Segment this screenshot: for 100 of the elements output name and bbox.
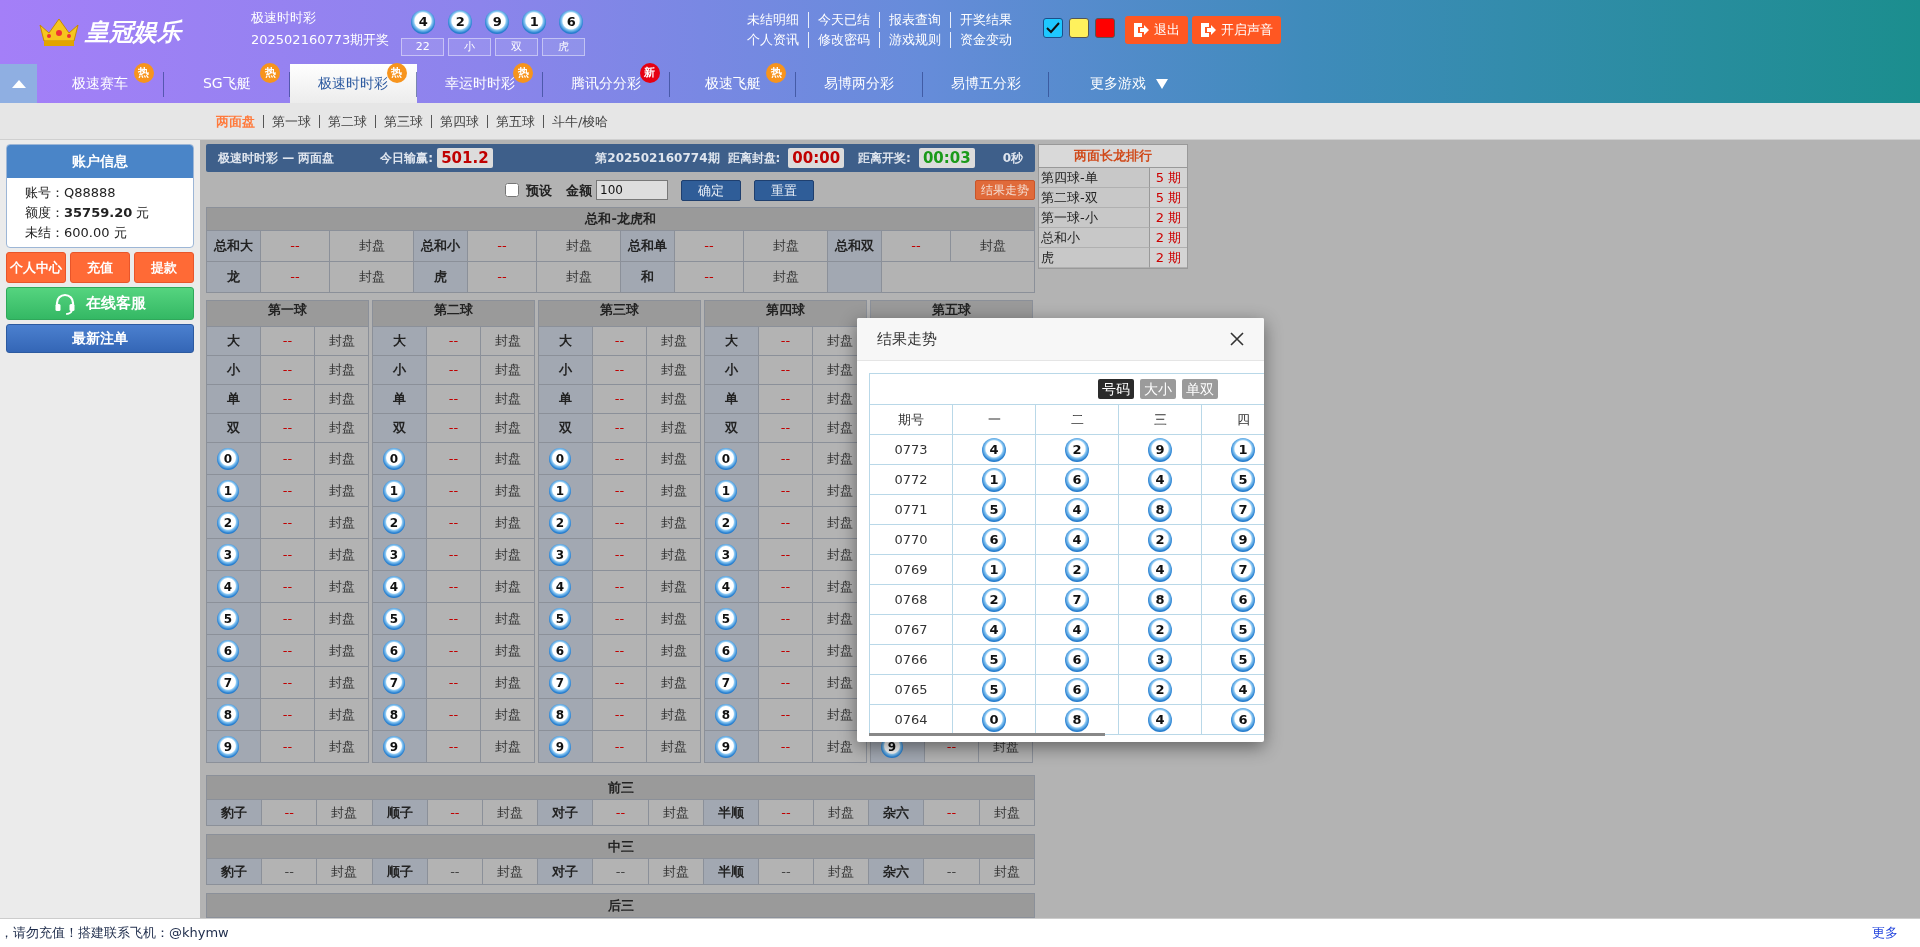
number-ball: 2 bbox=[217, 511, 239, 534]
table-cell: 0771 bbox=[869, 494, 953, 525]
table-cell: -- bbox=[260, 666, 315, 699]
badge: 热 bbox=[766, 63, 786, 83]
table-cell: -- bbox=[592, 570, 647, 603]
number-ball: 6 bbox=[1231, 587, 1255, 612]
table-cell: -- bbox=[592, 698, 647, 731]
table-cell: 0767 bbox=[869, 614, 953, 645]
table-cell: -- bbox=[260, 355, 315, 385]
game-tab[interactable]: 极速时时彩 热 bbox=[290, 64, 417, 103]
table-cell: 0765 bbox=[869, 674, 953, 705]
header-link[interactable]: 资金变动 bbox=[950, 32, 1021, 48]
number-ball: 8 bbox=[217, 703, 239, 726]
number-ball: 4 bbox=[982, 437, 1006, 462]
header-link[interactable]: 个人资讯 bbox=[747, 32, 808, 48]
action-button[interactable]: 重置 bbox=[754, 179, 814, 201]
number-ball: 2 bbox=[1148, 527, 1172, 552]
table-cell: 豹子 bbox=[206, 858, 262, 885]
game-tab[interactable]: 极速飞艇 热 bbox=[669, 64, 796, 103]
service-button[interactable]: 在线客服 bbox=[6, 287, 194, 320]
table-cell: -- bbox=[758, 730, 813, 763]
header-link[interactable]: 未结明细 bbox=[747, 12, 808, 28]
table-cell: 封盘 bbox=[646, 570, 701, 603]
header-link[interactable]: 游戏规则 bbox=[879, 32, 950, 48]
header-link[interactable]: 开奖结果 bbox=[950, 12, 1021, 28]
mode-button[interactable]: 号码 bbox=[1098, 379, 1134, 399]
scrollbar[interactable] bbox=[869, 733, 1105, 736]
table-cell: 封盘 bbox=[743, 230, 828, 262]
ranking-name: 第四球-单 bbox=[1039, 168, 1149, 188]
header-link[interactable]: 今天已结 bbox=[808, 12, 879, 28]
mode-button[interactable]: 大小 bbox=[1140, 379, 1176, 399]
table-header: 中三 bbox=[206, 834, 1035, 859]
number-ball: 8 bbox=[1065, 707, 1089, 732]
header-link[interactable]: 修改密码 bbox=[808, 32, 879, 48]
column-header: 二 bbox=[1035, 404, 1119, 435]
sub-tab[interactable]: 斗牛/梭哈 bbox=[543, 114, 617, 128]
game-tab[interactable]: 极速赛车 热 bbox=[37, 64, 164, 103]
table-cell: 总和单 bbox=[620, 230, 675, 262]
account-button[interactable]: 提款 bbox=[134, 252, 194, 283]
game-tab[interactable]: 易博两分彩 bbox=[796, 64, 923, 103]
account-button[interactable]: 充值 bbox=[70, 252, 130, 283]
number-ball: 8 bbox=[715, 703, 737, 726]
number-ball: 5 bbox=[1231, 617, 1255, 642]
sub-tab[interactable]: 两面盘 bbox=[216, 114, 263, 128]
account-button[interactable]: 个人中心 bbox=[6, 252, 66, 283]
more-games-link[interactable]: 更多游戏 bbox=[1049, 64, 1209, 103]
table-cell: 封盘 bbox=[314, 355, 369, 385]
theme-swatch[interactable] bbox=[1069, 18, 1089, 38]
amount-field[interactable]: 100 bbox=[596, 180, 668, 201]
number-ball: 8 bbox=[383, 703, 405, 726]
caret-up-icon bbox=[11, 79, 26, 88]
table-cell: -- bbox=[881, 230, 951, 262]
table-cell: -- bbox=[426, 326, 481, 356]
table-cell: 总和双 bbox=[827, 230, 882, 262]
header-link[interactable]: 报表查询 bbox=[879, 12, 950, 28]
info-label: 距离封盘: bbox=[727, 149, 781, 167]
table-cell: 封盘 bbox=[314, 413, 369, 443]
result-tag: 双 bbox=[495, 38, 539, 56]
table-cell: -- bbox=[758, 442, 813, 475]
theme-swatch[interactable] bbox=[1043, 18, 1063, 38]
table-cell: 封盘 bbox=[480, 666, 535, 699]
mode-button[interactable]: 单双 bbox=[1182, 379, 1218, 399]
game-tab[interactable]: 易博五分彩 bbox=[922, 64, 1049, 103]
table-cell: -- bbox=[674, 230, 744, 262]
table-cell: 虎 bbox=[413, 261, 468, 293]
preset-checkbox[interactable] bbox=[505, 183, 519, 198]
table-cell: -- bbox=[758, 413, 813, 443]
trend-button[interactable]: 结果走势 bbox=[975, 180, 1035, 201]
more-link[interactable]: 更多 bbox=[1872, 923, 1898, 943]
number-ball: 6 bbox=[982, 527, 1006, 552]
amount-label: 金额 bbox=[566, 181, 592, 200]
account-line: 未结：600.00 元 bbox=[25, 224, 128, 242]
number-ball: 1 bbox=[982, 557, 1006, 582]
number-ball: 1 bbox=[982, 467, 1006, 492]
sub-tab[interactable]: 第五球 bbox=[487, 114, 543, 128]
header-button[interactable]: 退出 bbox=[1125, 16, 1188, 44]
table-cell: 单 bbox=[704, 384, 759, 414]
theme-swatch[interactable] bbox=[1095, 18, 1115, 38]
game-tab[interactable]: 腾讯分分彩 新 bbox=[543, 64, 670, 103]
number-ball: 1 bbox=[715, 479, 737, 502]
header-button[interactable]: 开启声音 bbox=[1192, 16, 1281, 44]
game-tab[interactable]: 幸运时时彩 热 bbox=[416, 64, 543, 103]
table-cell: -- bbox=[758, 474, 813, 507]
sub-tab[interactable]: 第二球 bbox=[319, 114, 375, 128]
latest-bets-button[interactable]: 最新注单 bbox=[6, 324, 194, 353]
info-label: 距离开奖: bbox=[858, 149, 911, 167]
table-cell: -- bbox=[592, 666, 647, 699]
table-cell: -- bbox=[426, 634, 481, 667]
sub-tab[interactable]: 第四球 bbox=[431, 114, 487, 128]
number-ball: 4 bbox=[383, 575, 405, 598]
game-tab[interactable]: SG飞艇 热 bbox=[163, 64, 290, 103]
table-cell: 封盘 bbox=[480, 326, 535, 356]
sub-tab[interactable]: 第一球 bbox=[263, 114, 319, 128]
number-ball: 6 bbox=[1065, 647, 1089, 672]
account-line: 额度：35759.20 元 bbox=[25, 204, 151, 222]
close-button[interactable] bbox=[1230, 332, 1244, 346]
table-header: 第四球 bbox=[704, 300, 867, 327]
sub-tab[interactable]: 第三球 bbox=[375, 114, 431, 128]
action-button[interactable]: 确定 bbox=[681, 179, 741, 201]
table-cell: -- bbox=[426, 355, 481, 385]
